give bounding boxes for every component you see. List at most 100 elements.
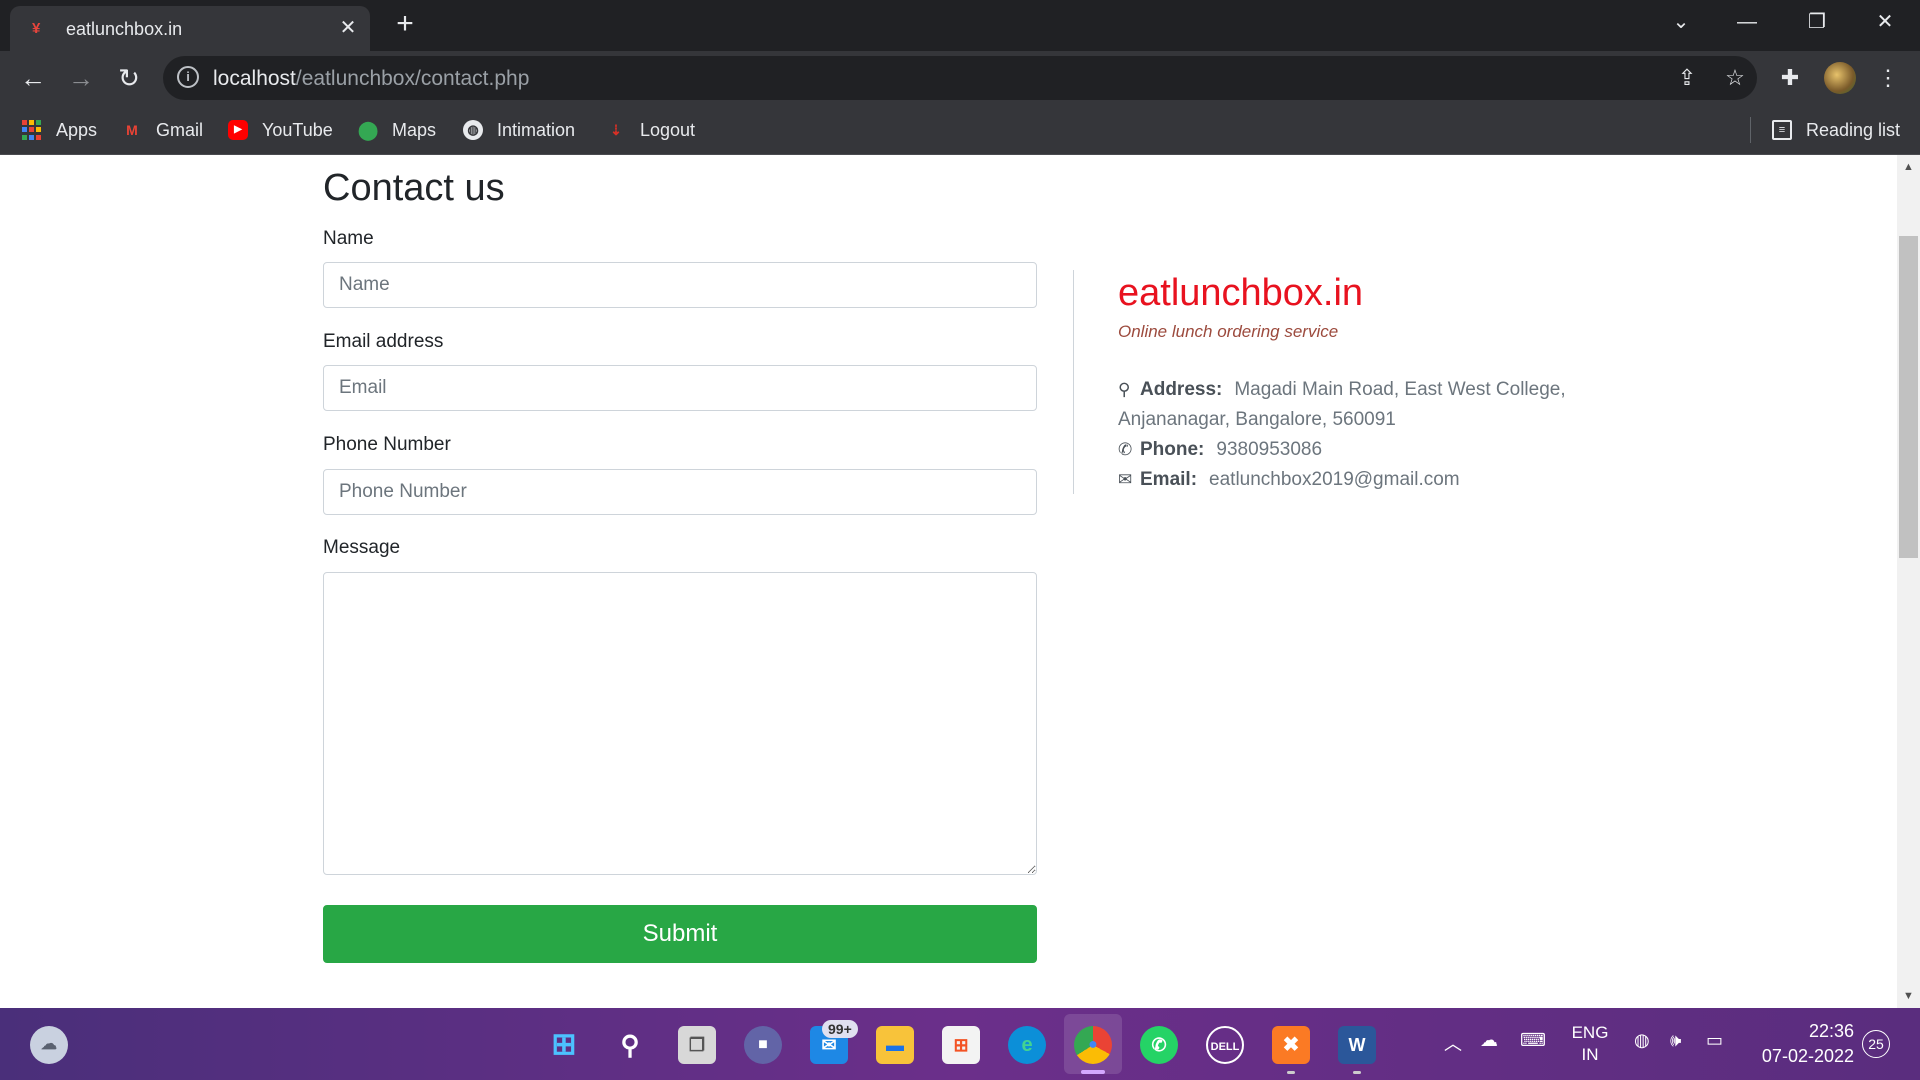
share-icon[interactable]: ⇪ [1673,64,1701,92]
navigation-bar: ← → ↻ i localhost/eatlunchbox/contact.ph… [0,51,1920,105]
bookmark-logout[interactable]: ⇣ Logout [606,105,695,155]
menu-kebab-icon[interactable]: ⋮ [1872,62,1904,94]
reading-list-icon: ≡ [1772,120,1792,140]
edge-browser-icon[interactable]: e [1008,1026,1046,1064]
bookmark-apps[interactable]: Apps [22,105,97,155]
microsoft-store-icon[interactable]: ⊞ [942,1026,980,1064]
phone-input[interactable] [323,469,1037,515]
back-arrow-icon[interactable]: ← [16,61,50,95]
bookmark-label: Apps [56,119,98,140]
email-label: Email address [323,331,444,352]
bookmark-label: Gmail [156,119,204,140]
bookmark-label: Maps [392,119,437,140]
phone-label-text: Phone: [1140,439,1205,460]
restore-button[interactable]: ❐ [1782,0,1852,44]
reload-icon[interactable]: ↻ [112,61,146,95]
profile-avatar[interactable] [1824,62,1856,94]
submit-button[interactable]: Submit [323,905,1037,963]
task-view-icon[interactable]: ❐ [678,1026,716,1064]
reading-list-label: Reading list [1806,119,1901,140]
url-text: localhost/eatlunchbox/contact.php [213,67,530,90]
address-bar[interactable]: i localhost/eatlunchbox/contact.php ⇪ ☆ [163,56,1757,100]
scroll-down-arrow-icon[interactable]: ▼ [1900,988,1917,1005]
search-icon[interactable]: ⚲ [611,1026,649,1064]
onedrive-cloud-icon[interactable]: ☁ [1480,1030,1498,1051]
battery-icon[interactable]: ▭ [1706,1030,1723,1051]
tab-strip: ¥ eatlunchbox.in ✕ + ⌄ — ❐ ✕ [0,0,1920,51]
bookmark-youtube[interactable]: ▶ YouTube [228,105,333,155]
show-hidden-icons-chevron-icon[interactable]: ︿ [1444,1030,1462,1056]
teams-chat-icon[interactable]: ■ [744,1026,782,1064]
volume-icon[interactable]: 🕪 [1670,1030,1681,1051]
vertical-divider [1073,270,1074,494]
fork-knife-icon: ¥ [32,20,41,37]
email-label-text: Email: [1140,469,1198,490]
scroll-up-arrow-icon[interactable]: ▲ [1900,159,1917,176]
close-tab-icon[interactable]: ✕ [336,16,360,40]
gmail-icon: M [126,122,138,138]
scrollbar-thumb[interactable] [1899,236,1918,558]
bookmark-maps[interactable]: ⬤ Maps [358,105,436,155]
apps-grid-icon [22,120,42,140]
mail-unread-badge: 99+ [822,1020,858,1038]
name-input[interactable] [323,262,1037,308]
xampp-icon[interactable]: ✖ [1272,1026,1310,1064]
chrome-icon[interactable]: ● [1074,1026,1112,1064]
dell-icon[interactable]: DELL [1206,1026,1244,1064]
region-code: IN [1581,1045,1599,1064]
extensions-puzzle-icon[interactable]: ✚ [1774,62,1806,94]
close-window-button[interactable]: ✕ [1850,0,1920,44]
bookmark-gmail[interactable]: M Gmail [122,105,203,155]
phone-line: ✆ Phone: 9380953086 [1118,435,1322,465]
minimize-button[interactable]: — [1712,0,1782,44]
xampp-running-indicator [1287,1071,1295,1074]
page-title: Contact us [323,167,505,209]
address-label: Address: [1140,379,1223,400]
bookmark-label: YouTube [262,119,333,140]
chrome-running-indicator [1081,1070,1105,1074]
bookmark-label: Intimation [497,119,576,140]
keyboard-icon[interactable]: ⌨ [1520,1030,1546,1051]
brand-tagline: Online lunch ordering service [1118,322,1339,341]
system-clock[interactable]: 22:36 07-02-2022 [1744,1019,1854,1069]
map-marker-icon: ⚲ [1118,380,1131,399]
start-windows-icon[interactable]: ⊞ [545,1026,583,1064]
phone-label: Phone Number [323,434,451,455]
email-value: eatlunchbox2019@gmail.com [1209,469,1460,490]
globe-icon: ◍ [463,120,483,140]
message-label: Message [323,537,401,558]
network-globe-icon[interactable]: ◍ [1634,1030,1650,1051]
bookmark-label: Logout [640,119,696,140]
phone-icon: ✆ [1118,440,1133,459]
maps-icon: ⬤ [358,120,379,140]
tab-search-icon[interactable]: ⌄ [1646,0,1716,44]
envelope-icon: ✉ [1118,470,1133,489]
bookmarks-bar: Apps M Gmail ▶ YouTube ⬤ Maps ◍ Intimati… [0,105,1920,155]
forward-arrow-icon[interactable]: → [64,61,98,95]
whatsapp-icon[interactable]: ✆ [1140,1026,1178,1064]
address-line: ⚲ Address: Magadi Main Road, East West Col… [1118,375,1566,405]
notification-count-badge[interactable]: 25 [1862,1030,1890,1058]
file-explorer-icon[interactable]: ▬ [876,1026,914,1064]
bookmarks-divider [1750,117,1751,143]
clock-time: 22:36 [1808,1021,1854,1041]
word-running-indicator [1353,1071,1361,1074]
bookmark-intimation[interactable]: ◍ Intimation [463,105,575,155]
tab-title: eatlunchbox.in [66,19,183,39]
phone-value: 9380953086 [1216,439,1323,460]
new-tab-button[interactable]: + [390,9,420,40]
browser-tab[interactable]: ¥ eatlunchbox.in ✕ [10,6,370,51]
name-label: Name [323,228,374,249]
word-icon[interactable]: W [1338,1026,1376,1064]
email-input[interactable] [323,365,1037,411]
message-textarea[interactable] [323,572,1037,875]
clock-date: 07-02-2022 [1761,1046,1854,1066]
language-indicator[interactable]: ENG IN [1570,1022,1610,1066]
youtube-icon: ▶ [228,120,248,140]
bookmark-star-icon[interactable]: ☆ [1721,64,1749,92]
reading-list-button[interactable]: ≡ Reading list [1772,105,1900,155]
address-line-2: Anjananagar, Bangalore, 560091 [1118,409,1396,430]
weather-cloud-icon[interactable]: ☁ [30,1026,68,1064]
site-info-icon[interactable]: i [177,66,199,88]
email-line: ✉ Email: eatlunchbox2019@gmail.com [1118,465,1460,495]
